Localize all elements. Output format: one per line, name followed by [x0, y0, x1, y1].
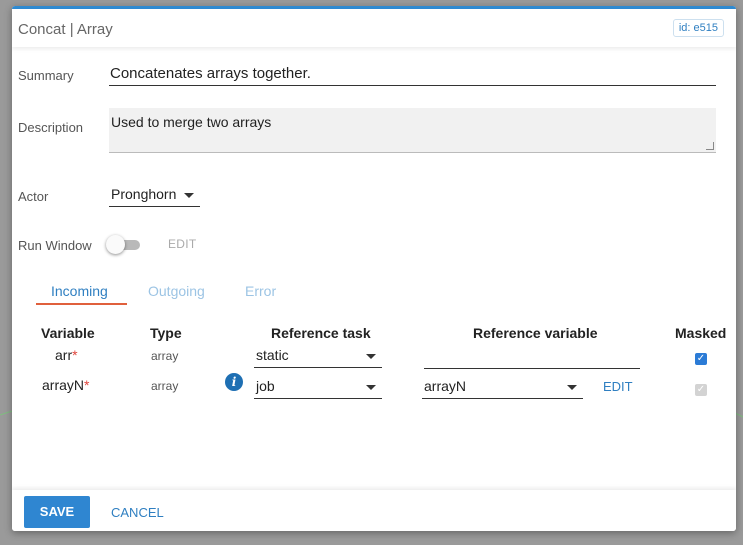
required-marker: * [84, 377, 90, 393]
variable-name: arr* [55, 347, 78, 363]
chevron-down-icon [567, 385, 577, 390]
variable-name-text: arr [55, 347, 73, 363]
variable-name-text: arrayN [42, 377, 85, 393]
chevron-down-icon [366, 385, 376, 390]
dialog-footer: SAVE CANCEL [12, 490, 736, 531]
chevron-down-icon [184, 193, 194, 198]
tab-error[interactable]: Error [245, 283, 276, 299]
active-tab-indicator [36, 303, 127, 305]
summary-input[interactable]: Concatenates arrays together. [109, 61, 716, 86]
task-id-badge: id: e515 [672, 19, 724, 37]
description-textarea[interactable]: Used to merge two arrays [109, 108, 716, 153]
reference-task-select[interactable]: job [254, 374, 382, 399]
run-window-edit-button[interactable]: EDIT [168, 237, 197, 251]
reference-variable-edit-button[interactable]: EDIT [603, 379, 633, 394]
reference-variable-value: arrayN [424, 378, 467, 394]
cancel-button[interactable]: CANCEL [111, 505, 164, 520]
check-icon: ✓ [696, 353, 706, 364]
reference-task-select[interactable]: static [254, 343, 382, 368]
header-reference-variable: Reference variable [473, 325, 598, 341]
tab-incoming[interactable]: Incoming [51, 283, 108, 299]
reference-task-value: static [256, 347, 289, 363]
actor-select[interactable]: Pronghorn [109, 182, 200, 207]
task-dialog: Concat | Array id: e515 Summary Concaten… [12, 6, 736, 531]
chevron-down-icon [366, 354, 376, 359]
masked-checkbox-disabled: ✓ [695, 384, 707, 396]
header-variable: Variable [41, 325, 95, 341]
summary-label: Summary [18, 68, 74, 83]
variable-type: array [151, 379, 179, 393]
tab-outgoing[interactable]: Outgoing [148, 283, 205, 299]
actor-label: Actor [18, 189, 49, 204]
variable-type: array [151, 349, 179, 363]
dialog-title: Concat | Array [18, 21, 113, 38]
check-icon: ✓ [696, 384, 706, 395]
description-label: Description [18, 120, 84, 135]
description-value: Used to merge two arrays [111, 114, 272, 130]
dialog-header: Concat | Array id: e515 [12, 9, 736, 47]
reference-variable-select[interactable]: arrayN [422, 374, 583, 399]
run-window-label: Run Window [18, 238, 92, 253]
toggle-thumb [106, 235, 125, 254]
info-icon[interactable]: i [225, 373, 243, 391]
summary-value: Concatenates arrays together. [110, 65, 311, 82]
actor-value: Pronghorn [111, 186, 177, 202]
resize-grip-icon[interactable] [706, 142, 714, 150]
required-marker: * [72, 347, 78, 363]
header-masked: Masked [675, 325, 727, 341]
reference-variable-input[interactable] [424, 368, 640, 369]
variable-name: arrayN* [42, 377, 89, 393]
header-reference-task: Reference task [271, 325, 371, 341]
masked-checkbox[interactable]: ✓ [695, 353, 707, 365]
save-button[interactable]: SAVE [24, 496, 90, 528]
header-type: Type [150, 325, 182, 341]
run-window-toggle[interactable] [106, 235, 142, 254]
reference-task-value: job [256, 378, 275, 394]
